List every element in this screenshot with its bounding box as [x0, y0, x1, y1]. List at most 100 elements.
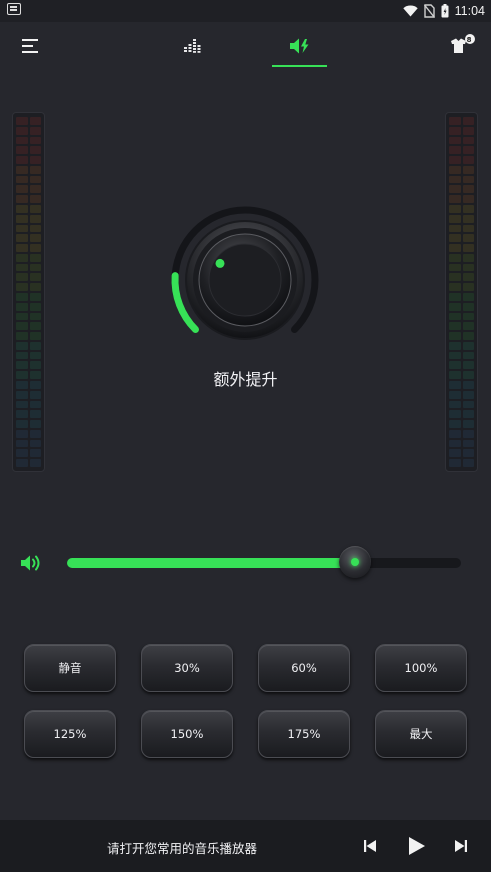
vu-meter-cell: [16, 156, 28, 164]
vu-meter-cell: [449, 224, 461, 233]
status-bar: 11:04: [0, 0, 491, 22]
vu-meter-cell: [462, 263, 474, 272]
vu-meter-cell: [16, 234, 28, 243]
vu-meter-cell: [449, 195, 461, 203]
vu-meter-cell: [29, 126, 41, 135]
vu-meter-cell: [449, 322, 461, 331]
vu-meter-cell: [16, 126, 28, 135]
vu-meter-cell: [16, 165, 28, 174]
vu-meter-cell: [29, 459, 41, 467]
vu-meter-cell: [449, 234, 461, 243]
preset-max-button[interactable]: 最大: [375, 710, 467, 758]
preset-150-button[interactable]: 150%: [141, 710, 233, 758]
vu-meter-cell: [462, 459, 474, 467]
vu-meter-cell: [462, 234, 474, 243]
vu-meter-cell: [462, 204, 474, 213]
equalizer-icon: [183, 39, 200, 53]
vu-meter-cell: [449, 449, 461, 458]
preset-30-button[interactable]: 30%: [141, 644, 233, 692]
preset-125-button[interactable]: 125%: [24, 710, 116, 758]
top-navigation: 8: [0, 22, 491, 70]
vu-meter-cell: [16, 332, 28, 340]
play-button[interactable]: [405, 834, 429, 858]
vu-meter-cell: [16, 175, 28, 184]
vu-meter-cell: [449, 117, 461, 125]
boost-knob-indicator: [215, 258, 225, 268]
preset-60-button[interactable]: 60%: [258, 644, 350, 692]
player-bar: 请打开您常用的音乐播放器: [0, 820, 491, 872]
vu-meter-cell: [29, 449, 41, 458]
vu-meter-cell: [29, 273, 41, 282]
vu-meter-cell: [16, 341, 28, 350]
vu-meter-cell: [29, 332, 41, 340]
vu-meter-cell: [16, 351, 28, 360]
vu-meter-cell: [449, 244, 461, 252]
vu-meter-cell: [29, 195, 41, 203]
vu-meter-cell: [449, 312, 461, 321]
vu-meter-cell: [16, 214, 28, 223]
tab-equalizer[interactable]: [176, 30, 208, 62]
vu-meter-cell: [16, 136, 28, 145]
vu-meter-cell: [462, 136, 474, 145]
vu-meter-cell: [29, 410, 41, 419]
vu-meter-cell: [16, 459, 28, 467]
active-tab-indicator: [272, 65, 327, 67]
vu-meter-cell: [462, 420, 474, 428]
vu-meter-cell: [462, 253, 474, 262]
vu-meter-cell: [29, 136, 41, 145]
vu-meter-cell: [449, 146, 461, 155]
vu-meter-cell: [449, 156, 461, 164]
volume-slider-thumb-dot: [350, 558, 359, 566]
previous-button[interactable]: [358, 834, 382, 858]
volume-boost-icon: [290, 38, 309, 54]
preset-mute-button[interactable]: 静音: [24, 644, 116, 692]
boost-knob-graphic: [171, 206, 319, 340]
vu-meter-cell: [16, 224, 28, 233]
vu-meter-cell: [16, 400, 28, 409]
vu-meter-cell: [449, 292, 461, 301]
theme-button[interactable]: 8: [446, 30, 478, 62]
preset-100-button[interactable]: 100%: [375, 644, 467, 692]
vu-meter-cell: [462, 429, 474, 438]
vu-meter-cell: [16, 185, 28, 194]
volume-slider-track[interactable]: [67, 558, 461, 568]
vu-meter-cell: [462, 341, 474, 350]
left-vu-meter: [12, 112, 45, 472]
vu-meter-cell: [449, 302, 461, 311]
vu-meter-cell: [449, 459, 461, 467]
vu-meter-cell: [29, 253, 41, 262]
vu-meter-cell: [449, 341, 461, 350]
vu-meter-cell: [462, 322, 474, 331]
vu-meter-cell: [16, 390, 28, 399]
vu-meter-cell: [462, 351, 474, 360]
vu-meter-cell: [449, 214, 461, 223]
wifi-icon: [402, 5, 418, 17]
speaker-icon[interactable]: [20, 553, 42, 573]
vu-meter-cell: [16, 263, 28, 272]
vu-meter-cell: [449, 400, 461, 409]
vu-meter-cell: [16, 273, 28, 282]
vu-meter-cell: [449, 263, 461, 272]
vu-meter-cell: [29, 302, 41, 311]
vu-meter-cell: [16, 146, 28, 155]
vu-meter-cell: [462, 439, 474, 448]
vu-meter-cell: [462, 273, 474, 282]
vu-meter-cell: [16, 302, 28, 311]
volume-slider-thumb[interactable]: [338, 546, 371, 578]
vu-meter-cell: [16, 253, 28, 262]
player-prompt[interactable]: 请打开您常用的音乐播放器: [107, 838, 257, 857]
vu-meter-cell: [16, 429, 28, 438]
vu-meter-cell: [16, 449, 28, 458]
vu-meter-cell: [462, 410, 474, 419]
vu-meter-cell: [462, 156, 474, 164]
volume-slider-fill: [67, 558, 355, 568]
preset-175-button[interactable]: 175%: [258, 710, 350, 758]
vu-meter-cell: [29, 117, 41, 125]
tab-volume-boost[interactable]: [284, 30, 316, 62]
vu-meter-cell: [449, 253, 461, 262]
boost-knob[interactable]: [165, 203, 325, 363]
next-button[interactable]: [449, 834, 473, 858]
menu-button[interactable]: [14, 30, 46, 62]
vu-meter-cell: [449, 332, 461, 340]
vu-meter-cell: [16, 283, 28, 291]
